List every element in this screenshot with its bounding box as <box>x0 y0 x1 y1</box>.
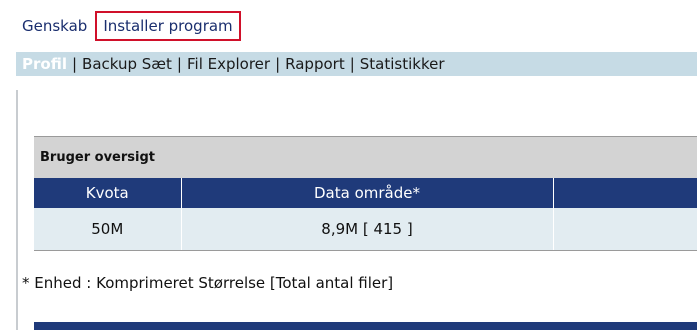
cell-empty <box>553 208 697 251</box>
tab-profil[interactable]: Profil <box>22 55 67 73</box>
user-overview-table: Kvota Data område* 50M 8,9M [ 415 ] <box>34 178 697 251</box>
tab-fil-explorer[interactable]: Fil Explorer <box>187 55 270 73</box>
separator: | <box>349 55 355 73</box>
tab-rapport[interactable]: Rapport <box>285 55 345 73</box>
tab-statistikker[interactable]: Statistikker <box>360 55 445 73</box>
tab-backup-saet[interactable]: Backup Sæt <box>82 55 172 73</box>
table-row: 50M 8,9M [ 415 ] <box>34 208 697 251</box>
separator: | <box>176 55 182 73</box>
separator: | <box>71 55 78 73</box>
cell-kvota: 50M <box>34 208 182 251</box>
user-overview-header: Bruger oversigt <box>34 136 697 178</box>
column-header-data-omraade: Data område* <box>181 178 554 208</box>
next-section-header-bar <box>34 322 697 330</box>
nav-link-installer-program[interactable]: Installer program <box>95 11 241 41</box>
separator: | <box>275 55 281 73</box>
left-border-line <box>16 90 18 330</box>
column-header-kvota: Kvota <box>34 178 182 208</box>
column-header-empty <box>553 178 697 208</box>
top-navigation: Genskab Installer program <box>22 8 241 44</box>
cell-data-omraade: 8,9M [ 415 ] <box>181 208 554 251</box>
nav-link-genskab[interactable]: Genskab <box>22 17 93 35</box>
unit-footnote: * Enhed : Komprimeret Størrelse [Total a… <box>22 274 394 292</box>
table-header-row: Kvota Data område* <box>34 178 697 208</box>
sub-navigation: Profil | Backup Sæt | Fil Explorer | Rap… <box>16 52 697 76</box>
